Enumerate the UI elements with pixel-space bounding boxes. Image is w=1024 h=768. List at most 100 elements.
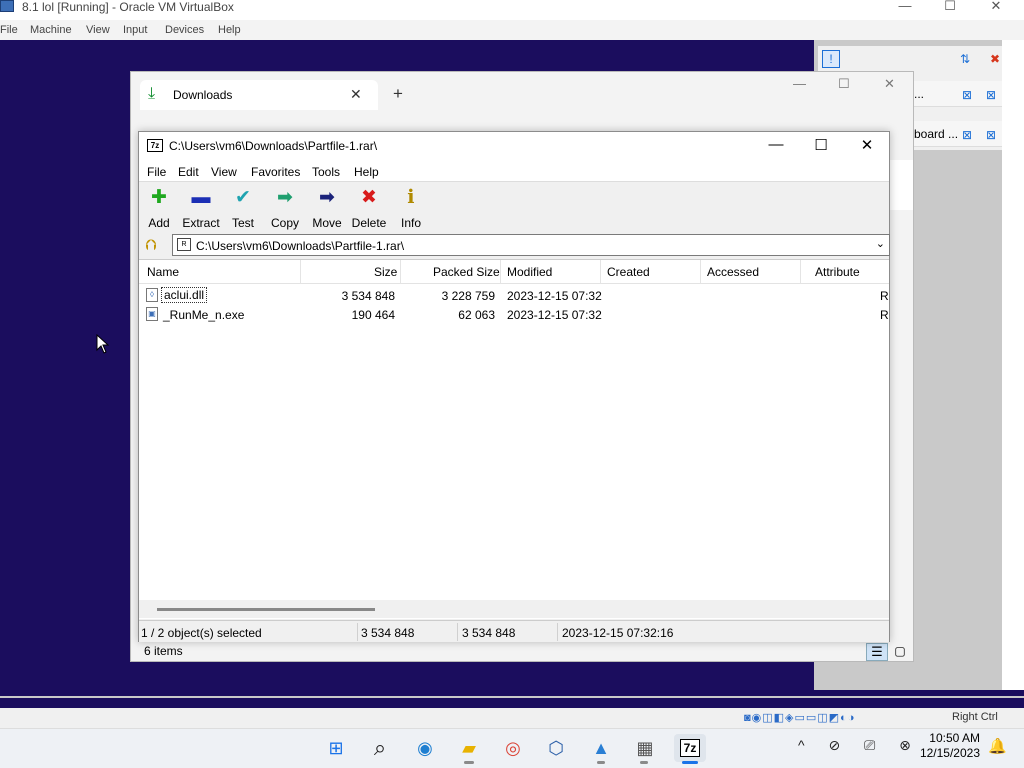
sevenzip-close-button[interactable]: ✕ — [852, 136, 882, 154]
move-button-label: Move — [312, 216, 342, 230]
add-button-label: Add — [148, 216, 170, 230]
table-row[interactable]: ▣ _RunMe_n.exe 190 464 62 063 2023-12-15… — [139, 305, 889, 324]
menu-favorites[interactable]: Favorites — [251, 165, 300, 179]
sevenzip-minimize-button[interactable]: — — [761, 136, 791, 153]
menu-view[interactable]: View — [211, 165, 237, 179]
notification-bell-icon[interactable]: 🔔 — [988, 737, 1007, 755]
sevenzip-addressbar: ⮉ R C:\Users\vm6\Downloads\Partfile-1.ra… — [139, 233, 890, 259]
sort-icon[interactable]: ⇅ — [960, 52, 970, 66]
column-separator[interactable] — [300, 260, 301, 284]
vbox-device-icons[interactable]: ◙◉◫◧◈▭▭◫◩◐◑ — [744, 711, 855, 724]
status-separator — [457, 623, 458, 641]
side-row-icon[interactable]: ⊠ — [962, 88, 972, 102]
explorer-tab-close-button[interactable]: ✕ — [350, 86, 362, 103]
stop-icon[interactable]: ✖ — [990, 52, 1000, 66]
delete-button[interactable]: ✖ Delete — [347, 187, 391, 230]
copy-arrow-icon: ➡ — [277, 187, 293, 208]
vbox-maximize-button[interactable]: ☐ — [930, 0, 970, 14]
notification-icon[interactable]: ! — [822, 50, 840, 68]
side-row-icon[interactable]: ⊠ — [986, 128, 996, 142]
file-size: 3 534 848 — [341, 289, 395, 303]
explorer-maximize-button[interactable]: ☐ — [838, 76, 850, 92]
move-button[interactable]: ➡ Move — [305, 187, 349, 230]
column-separator[interactable] — [800, 260, 801, 284]
column-separator[interactable] — [700, 260, 701, 284]
vbox-menu-input[interactable]: Input — [123, 24, 147, 36]
column-accessed[interactable]: Accessed — [707, 265, 759, 279]
status-modified: 2023-12-15 07:32:16 — [562, 626, 674, 640]
vbox-menu-devices[interactable]: Devices — [165, 24, 204, 36]
check-icon: ✔ — [235, 187, 251, 208]
details-view-button[interactable]: ☰ — [866, 643, 888, 661]
vbox-close-button[interactable]: ✕ — [976, 0, 1016, 14]
vbox-window-title: 8.1 lol [Running] - Oracle VM VirtualBox — [22, 0, 234, 14]
menu-help[interactable]: Help — [354, 165, 379, 179]
sevenzip-window[interactable]: 7z C:\Users\vm6\Downloads\Partfile-1.rar… — [138, 131, 890, 642]
column-packed-size[interactable]: Packed Size — [433, 265, 500, 279]
status-separator — [557, 623, 558, 641]
running-indicator — [464, 761, 474, 764]
chrome-icon[interactable]: ◎ — [499, 734, 527, 762]
vbox-menu-file[interactable]: File — [0, 24, 18, 36]
info-icon: ℹ — [407, 187, 415, 208]
status-separator — [357, 623, 358, 641]
menu-edit[interactable]: Edit — [178, 165, 199, 179]
explorer-close-button[interactable]: ✕ — [884, 76, 895, 92]
plus-icon: ✚ — [151, 187, 167, 208]
add-button[interactable]: ✚ Add — [137, 187, 181, 230]
folder-up-icon[interactable]: ⮉ — [145, 237, 156, 254]
scrollbar-thumb[interactable] — [157, 608, 375, 611]
explorer-minimize-button[interactable]: — — [793, 76, 806, 91]
vbox-menu-machine[interactable]: Machine — [30, 24, 72, 36]
taskbar-clock[interactable]: 10:50 AM 12/15/2023 — [916, 731, 980, 761]
column-created[interactable]: Created — [607, 265, 650, 279]
test-button[interactable]: ✔ Test — [221, 187, 265, 230]
side-row-icon[interactable]: ⊠ — [986, 88, 996, 102]
virtualbox-icon[interactable]: ⬡ — [542, 734, 570, 762]
vbox-menu-help[interactable]: Help — [218, 24, 241, 36]
menu-file[interactable]: File — [147, 165, 166, 179]
system-tray[interactable]: ^ ⊘ ⎚ ⊗ — [798, 737, 921, 754]
photos-icon[interactable]: ▲ — [587, 734, 615, 762]
explorer-content-edge — [886, 160, 913, 210]
sevenzip-taskbar-icon[interactable]: 7z — [674, 734, 706, 762]
vbox-menu-view[interactable]: View — [86, 24, 110, 36]
sevenzip-maximize-button[interactable]: ☐ — [806, 136, 836, 154]
info-button[interactable]: ℹ Info — [389, 187, 433, 230]
sevenzip-titlebar[interactable]: 7z C:\Users\vm6\Downloads\Partfile-1.rar… — [139, 132, 889, 160]
column-separator[interactable] — [500, 260, 501, 284]
file-explorer-icon[interactable]: ▰ — [455, 734, 483, 762]
address-text: C:\Users\vm6\Downloads\Partfile-1.rar\ — [196, 239, 405, 253]
file-list[interactable]: Name Size Packed Size Modified Created A… — [139, 259, 889, 619]
rar-archive-icon: R — [177, 238, 191, 251]
horizontal-scrollbar[interactable] — [139, 600, 889, 618]
tiles-view-button[interactable]: ▢ — [891, 643, 909, 661]
vbox-minimize-button[interactable]: — — [885, 0, 925, 14]
status-packed: 3 534 848 — [462, 626, 516, 640]
host-key-label: Right Ctrl — [952, 711, 998, 723]
explorer-new-tab-button[interactable]: + — [393, 84, 403, 104]
info-button-label: Info — [400, 216, 421, 230]
running-indicator — [597, 761, 605, 764]
side-row-icon[interactable]: ⊠ — [962, 128, 972, 142]
address-field[interactable]: R C:\Users\vm6\Downloads\Partfile-1.rar\… — [172, 234, 890, 256]
chevron-down-icon[interactable]: ⌄ — [876, 237, 885, 250]
start-icon[interactable]: ⊞ — [322, 734, 350, 762]
extract-button[interactable]: ▬ Extract — [179, 187, 223, 230]
file-packed-size: 62 063 — [458, 308, 495, 322]
table-row[interactable]: ◊ aclui.dll 3 534 848 3 228 759 2023-12-… — [139, 286, 889, 305]
column-name[interactable]: Name — [147, 265, 179, 279]
column-modified[interactable]: Modified — [507, 265, 552, 279]
guest-divider — [0, 696, 1024, 698]
search-icon[interactable]: ⌕ — [366, 734, 394, 762]
column-separator[interactable] — [600, 260, 601, 284]
column-size[interactable]: Size — [374, 265, 397, 279]
column-attribute[interactable]: Attribute — [815, 265, 860, 279]
menu-tools[interactable]: Tools — [312, 165, 340, 179]
dll-file-icon: ◊ — [146, 288, 158, 302]
edge-beta-icon[interactable]: ◉ — [411, 734, 439, 762]
column-separator[interactable] — [400, 260, 401, 284]
extract-button-label: Extract — [182, 216, 220, 230]
copy-button[interactable]: ➡ Copy — [263, 187, 307, 230]
calculator-icon[interactable]: ▦ — [631, 734, 659, 762]
